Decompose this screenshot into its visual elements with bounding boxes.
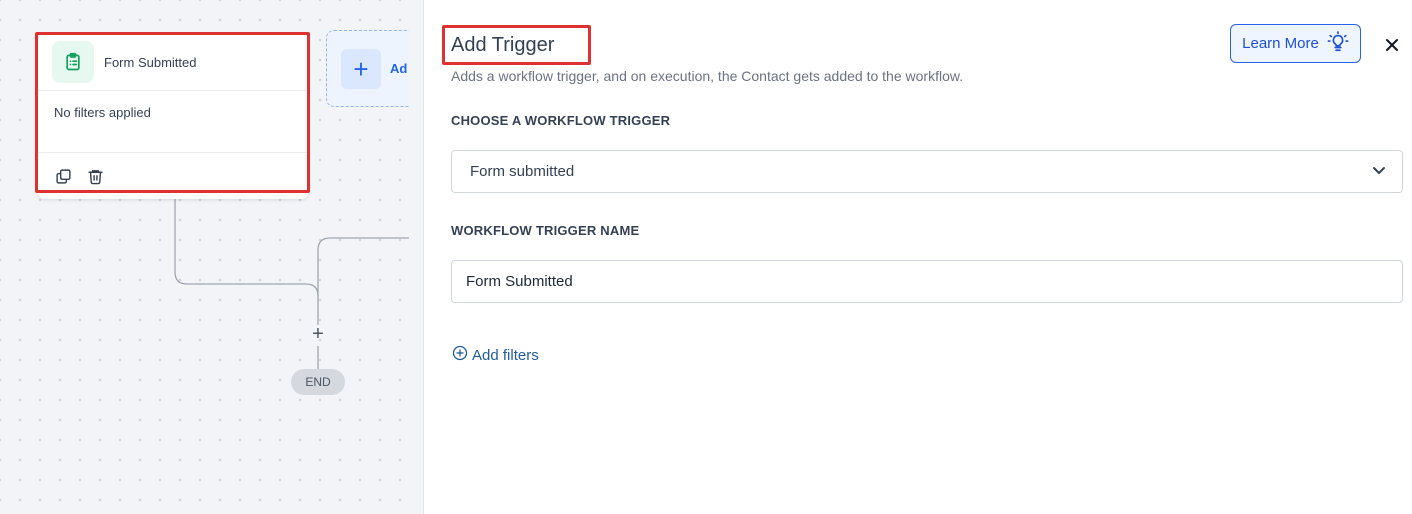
add-trigger-label: Ad <box>390 61 408 76</box>
add-trigger-panel: Add Trigger Adds a workflow trigger, and… <box>423 0 1412 514</box>
end-node: END <box>291 369 345 395</box>
panel-title: Add Trigger <box>451 34 555 56</box>
clipboard-list-icon <box>52 41 94 83</box>
chevron-down-icon <box>1372 163 1386 181</box>
trigger-name-label: WORKFLOW TRIGGER NAME <box>451 223 640 238</box>
panel-gutter <box>409 0 423 514</box>
trigger-card-actions <box>38 153 308 199</box>
selected-trigger-value: Form submitted <box>470 163 575 180</box>
copy-icon[interactable] <box>52 165 74 187</box>
add-filters-label: Add filters <box>472 346 539 364</box>
plus-icon: + <box>341 48 381 89</box>
learn-more-label: Learn More <box>1242 35 1319 52</box>
workflow-trigger-select[interactable]: Form submitted <box>451 150 1403 193</box>
workflow-canvas[interactable]: Form Submitted No filters applied + Ad +… <box>0 0 410 514</box>
trigger-card-title: Form Submitted <box>104 54 197 70</box>
trash-icon[interactable] <box>84 165 106 187</box>
workflow-builder: Form Submitted No filters applied + Ad +… <box>0 0 1412 514</box>
choose-trigger-label: CHOOSE A WORKFLOW TRIGGER <box>451 113 671 128</box>
trigger-card-filters: No filters applied <box>38 91 308 153</box>
lightbulb-icon <box>1327 30 1349 57</box>
add-step-button[interactable]: + <box>309 324 327 344</box>
trigger-name-input[interactable] <box>451 260 1403 303</box>
panel-subtitle: Adds a workflow trigger, and on executio… <box>451 68 964 84</box>
trigger-card-header: Form Submitted <box>38 34 308 91</box>
add-filters-button[interactable]: Add filters <box>452 345 539 365</box>
plus-circle-icon <box>452 345 468 365</box>
trigger-card[interactable]: Form Submitted No filters applied <box>38 34 308 199</box>
close-icon[interactable] <box>1380 33 1404 57</box>
add-trigger-tile[interactable]: + Ad <box>326 30 409 107</box>
learn-more-button[interactable]: Learn More <box>1230 24 1361 63</box>
